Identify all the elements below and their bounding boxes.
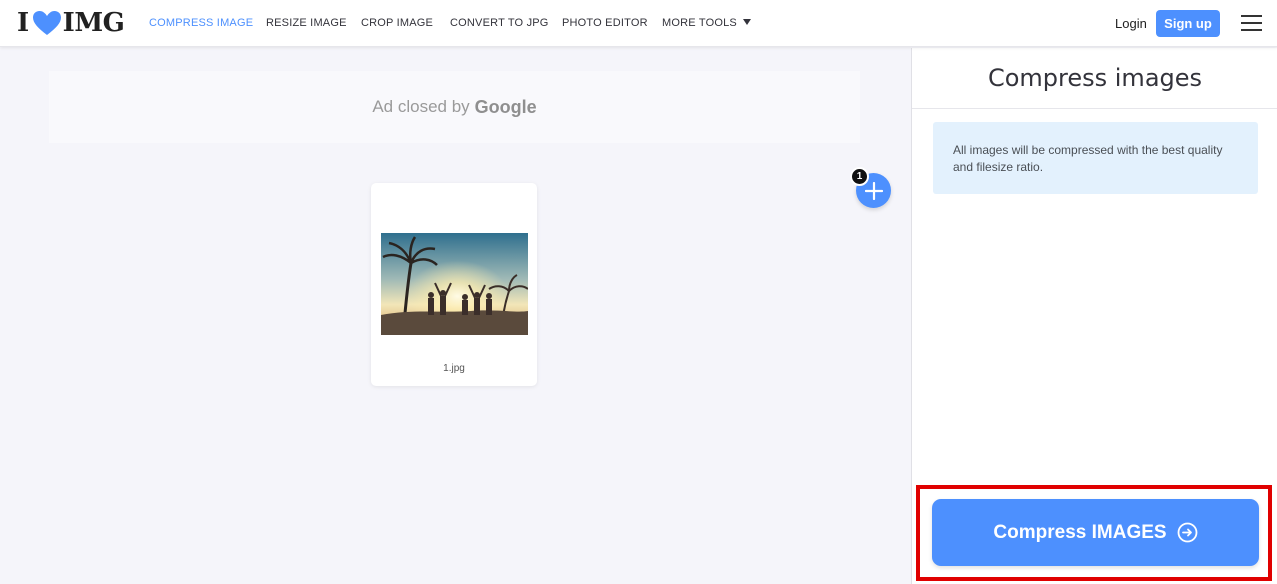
ad-closed-text: Ad closed by bbox=[372, 97, 470, 116]
hamburger-line bbox=[1241, 15, 1262, 17]
nav-resize-image[interactable]: RESIZE IMAGE bbox=[266, 17, 347, 29]
nav-photo-editor[interactable]: PHOTO EDITOR bbox=[562, 17, 648, 29]
hamburger-line bbox=[1241, 22, 1262, 24]
logo-text-right: IMG bbox=[62, 8, 125, 38]
upload-workspace: Ad closed by Google 1.jpg 1 bbox=[0, 48, 911, 584]
ad-placeholder: Ad closed by Google bbox=[49, 71, 860, 143]
hamburger-icon[interactable] bbox=[1241, 14, 1262, 31]
compress-images-button[interactable]: Compress IMAGES bbox=[932, 499, 1259, 566]
nav-more-tools-label: MORE TOOLS bbox=[662, 17, 737, 29]
nav-crop-image[interactable]: CROP IMAGE bbox=[361, 17, 433, 29]
sidebar-divider bbox=[912, 108, 1277, 109]
heart-icon bbox=[32, 11, 61, 35]
beach-photo-icon bbox=[381, 233, 528, 335]
nav-convert-to-jpg[interactable]: CONVERT TO JPG bbox=[450, 17, 549, 29]
arrow-right-circle-icon bbox=[1177, 522, 1197, 543]
file-name: 1.jpg bbox=[443, 363, 465, 374]
nav-compress-image[interactable]: COMPRESS IMAGE bbox=[149, 17, 253, 29]
options-sidebar: Compress images All images will be compr… bbox=[911, 48, 1277, 584]
caret-down-icon bbox=[742, 19, 751, 25]
login-link[interactable]: Login bbox=[1115, 16, 1147, 31]
plus-icon bbox=[864, 181, 883, 200]
file-card[interactable]: 1.jpg bbox=[371, 183, 537, 386]
file-count-badge: 1 bbox=[850, 167, 869, 186]
logo[interactable]: I IMG bbox=[17, 8, 125, 38]
logo-text-left: I bbox=[17, 8, 29, 38]
image-thumbnail bbox=[381, 233, 528, 335]
hamburger-line bbox=[1241, 29, 1262, 31]
top-navbar: I IMG COMPRESS IMAGE RESIZE IMAGE CROP I… bbox=[0, 0, 1277, 47]
compress-button-label: Compress IMAGES bbox=[993, 521, 1167, 543]
signup-button[interactable]: Sign up bbox=[1156, 10, 1220, 37]
sidebar-title: Compress images bbox=[987, 64, 1203, 92]
nav-more-tools[interactable]: MORE TOOLS bbox=[662, 17, 751, 29]
google-brand: Google bbox=[474, 96, 537, 117]
info-box: All images will be compressed with the b… bbox=[933, 122, 1258, 194]
